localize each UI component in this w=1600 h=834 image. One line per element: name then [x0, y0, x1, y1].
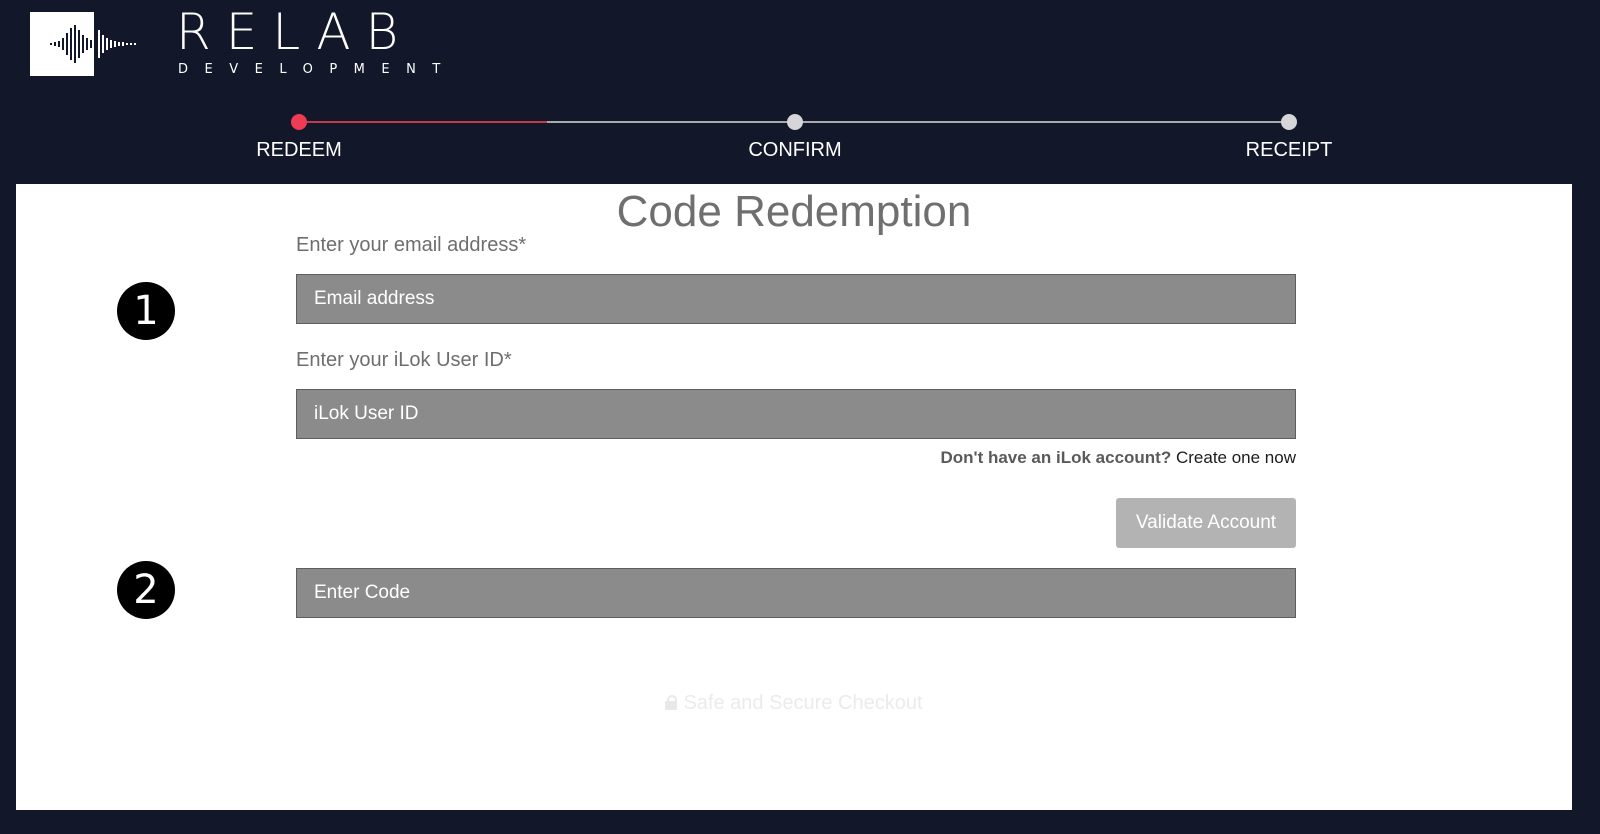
email-label: Enter your email address*	[296, 234, 527, 256]
redemption-card: Code Redemption 1 Enter your email addre…	[16, 184, 1572, 810]
step-badge-2: 2	[117, 561, 175, 619]
step-dot-confirm	[787, 114, 803, 130]
lock-icon	[665, 695, 678, 710]
progress-track-remaining	[547, 121, 1289, 123]
code-field[interactable]	[296, 568, 1296, 618]
site-header: RELAB DEVELOPMENT REDEEM CONFIRM RECEIPT	[0, 0, 1600, 184]
step-dot-receipt	[1281, 114, 1297, 130]
ilok-id-field[interactable]	[296, 389, 1296, 439]
checkout-progress: REDEEM CONFIRM RECEIPT	[0, 0, 1600, 184]
progress-track-completed	[299, 121, 547, 123]
step-badge-1: 1	[117, 282, 175, 340]
secure-checkout-note: Safe and Secure Checkout	[16, 692, 1572, 715]
step-dot-redeem	[291, 114, 307, 130]
secure-checkout-text: Safe and Secure Checkout	[683, 692, 923, 714]
create-account-link[interactable]: Create one now	[1176, 448, 1296, 467]
step-label-confirm: CONFIRM	[748, 139, 842, 161]
validate-account-button[interactable]: Validate Account	[1116, 498, 1296, 548]
create-account-prompt: Don't have an iLok account? Create one n…	[296, 448, 1296, 468]
account-question: Don't have an iLok account?	[940, 448, 1172, 467]
step-label-receipt: RECEIPT	[1245, 139, 1333, 161]
email-field[interactable]	[296, 274, 1296, 324]
page-title: Code Redemption	[616, 187, 972, 236]
ilok-id-label: Enter your iLok User ID*	[296, 349, 512, 371]
step-label-redeem: REDEEM	[256, 139, 342, 161]
